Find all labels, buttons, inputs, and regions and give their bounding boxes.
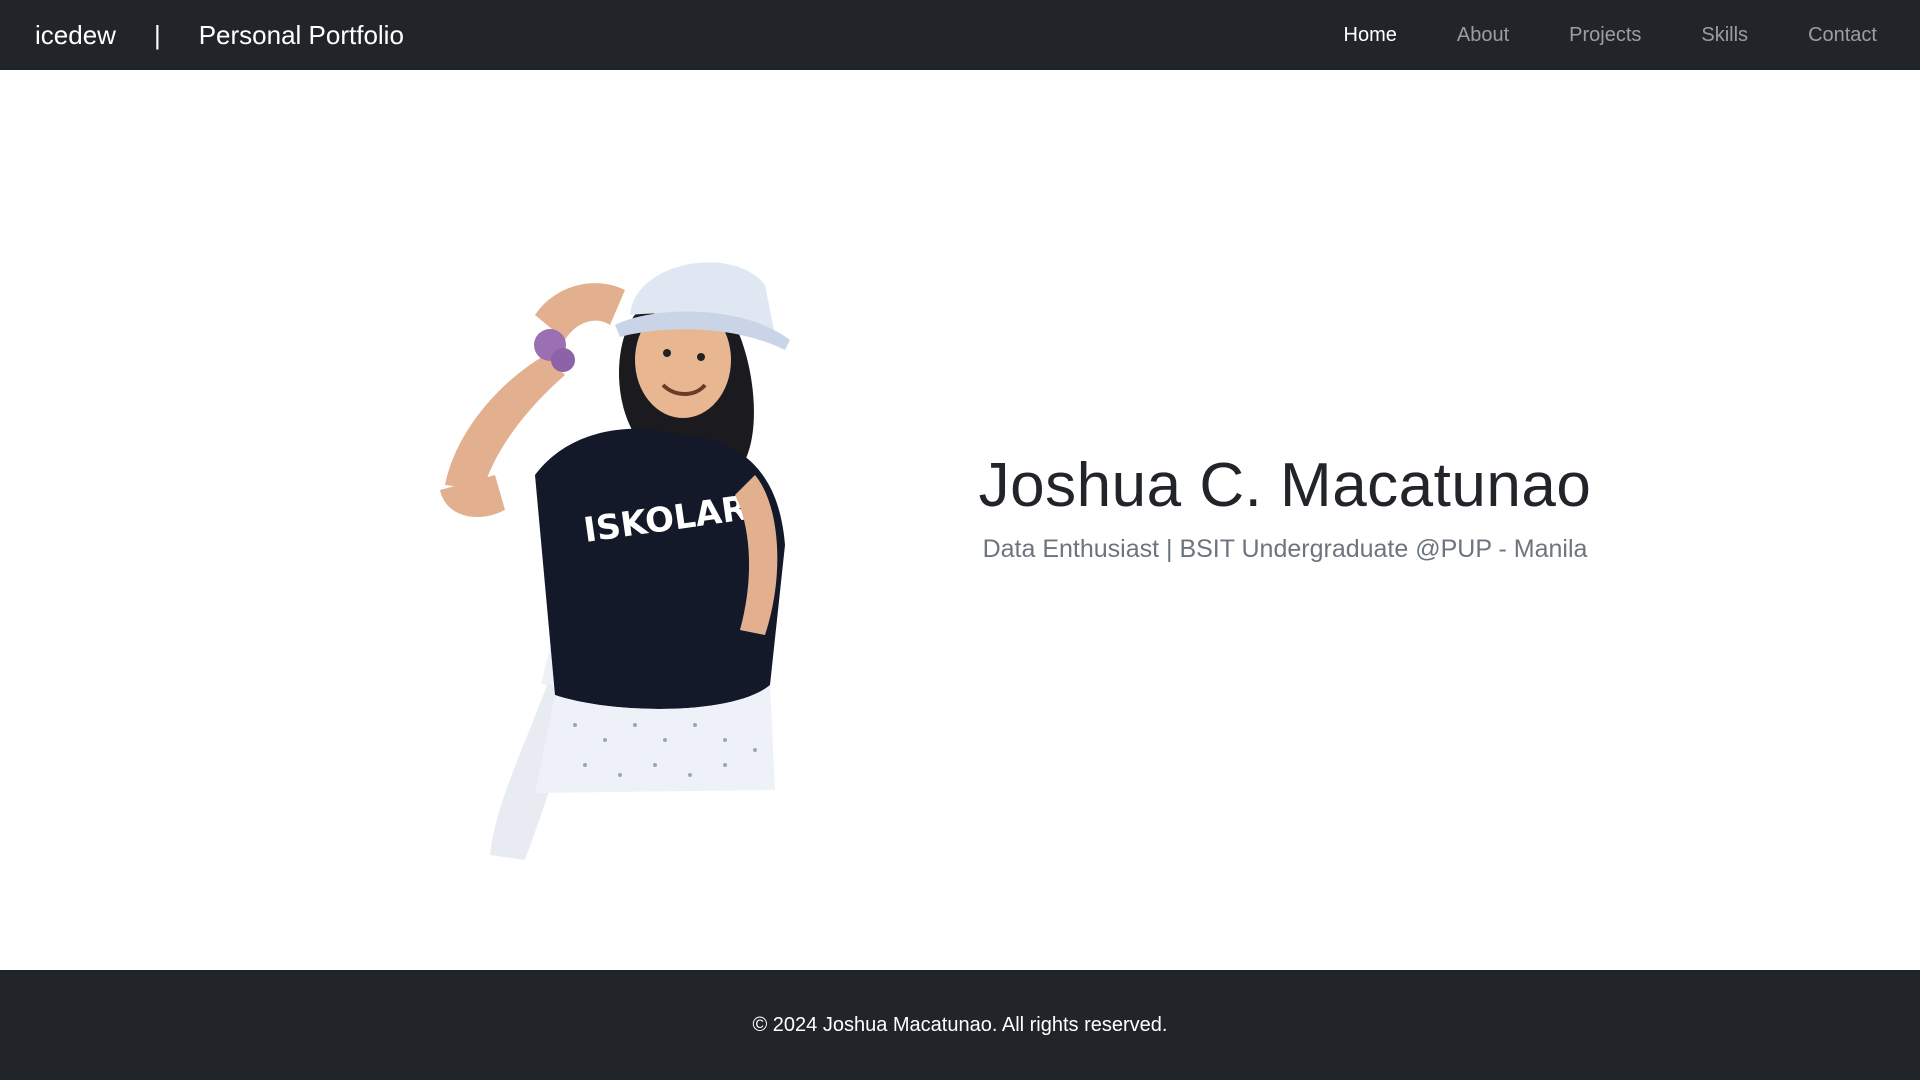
hero-name: Joshua C. Macatunao: [978, 451, 1592, 520]
navbar-brand[interactable]: icedew | Personal Portfolio: [35, 20, 404, 51]
footer: © 2024 Joshua Macatunao. All rights rese…: [0, 970, 1920, 1080]
nav-link-contact[interactable]: Contact: [1808, 24, 1877, 47]
brand-title: Personal Portfolio: [198, 19, 404, 50]
brand-separator: |: [153, 19, 161, 50]
footer-copyright: © 2024 Joshua Macatunao. All rights rese…: [752, 1013, 1168, 1036]
nav-link-skills[interactable]: Skills: [1701, 24, 1748, 47]
nav-link-home[interactable]: Home: [1344, 24, 1397, 47]
navbar: icedew | Personal Portfolio Home About P…: [0, 0, 1920, 70]
brand-name: icedew: [35, 19, 116, 50]
hero-subtitle: Data Enthusiast | BSIT Undergraduate @PU…: [982, 535, 1588, 563]
nav-link-about[interactable]: About: [1457, 24, 1509, 47]
profile-photo: ISKOLAR: [440, 262, 790, 860]
hero-section: ISKOLAR Joshua C. Macatunao Data Enthusi…: [0, 70, 1920, 970]
nav-link-projects[interactable]: Projects: [1569, 24, 1641, 47]
hero-text: Joshua C. Macatunao Data Enthusiast | BS…: [925, 450, 1645, 564]
nav-links: Home About Projects Skills Contact: [1284, 24, 1885, 47]
